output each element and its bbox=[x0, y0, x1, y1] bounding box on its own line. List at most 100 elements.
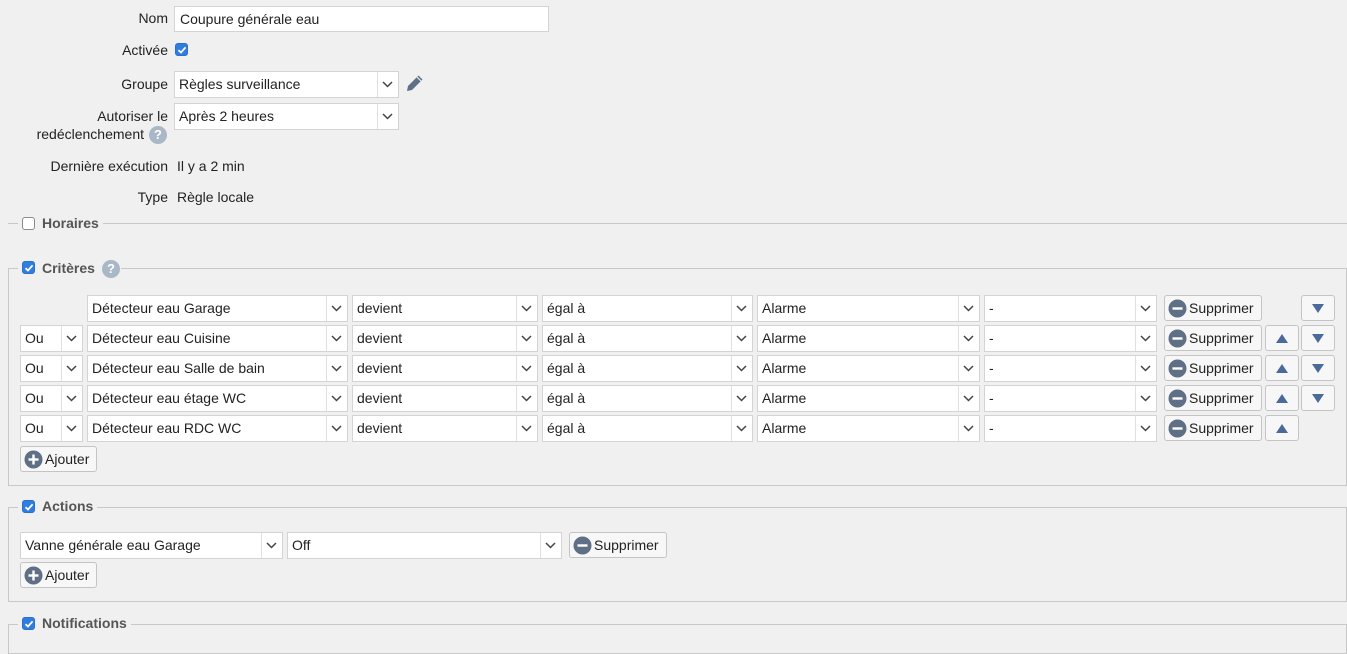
supprimer-action-button[interactable]: Supprimer bbox=[569, 532, 667, 558]
value-select[interactable]: Alarme bbox=[757, 295, 980, 322]
operator-select[interactable]: Ou bbox=[20, 415, 83, 442]
chevron-down-icon bbox=[1135, 326, 1156, 351]
value-select-value: Alarme bbox=[762, 330, 807, 346]
verb-select[interactable]: devient bbox=[352, 385, 538, 412]
chevron-down-icon bbox=[61, 356, 82, 381]
redeclenchement-select[interactable]: Après 2 heures bbox=[174, 103, 399, 130]
operator-select[interactable]: Ou bbox=[20, 325, 83, 352]
action-state-select[interactable]: Off bbox=[287, 532, 562, 559]
move-down-button[interactable] bbox=[1301, 355, 1335, 381]
chevron-down-icon bbox=[61, 326, 82, 351]
verb-select[interactable]: devient bbox=[352, 355, 538, 382]
chevron-down-icon bbox=[1135, 356, 1156, 381]
extra-select-value: - bbox=[989, 300, 994, 316]
move-up-button[interactable] bbox=[1265, 325, 1299, 351]
verb-select[interactable]: devient bbox=[352, 415, 538, 442]
supprimer-critere-button[interactable]: Supprimer bbox=[1164, 295, 1262, 321]
device-select[interactable]: Détecteur eau RDC WC bbox=[87, 415, 348, 442]
supprimer-critere-button[interactable]: Supprimer bbox=[1164, 415, 1262, 441]
value-select-value: Alarme bbox=[762, 390, 807, 406]
device-select[interactable]: Détecteur eau étage WC bbox=[87, 385, 348, 412]
value-select[interactable]: Alarme bbox=[757, 415, 980, 442]
minus-circle-icon bbox=[573, 536, 592, 555]
extra-select[interactable]: - bbox=[984, 355, 1157, 382]
move-down-button[interactable] bbox=[1301, 295, 1335, 321]
supprimer-critere-button[interactable]: Supprimer bbox=[1164, 325, 1262, 351]
verb-select[interactable]: devient bbox=[352, 295, 538, 322]
extra-select-value: - bbox=[989, 360, 994, 376]
operator-select-value: Ou bbox=[25, 360, 44, 376]
comparator-select[interactable]: égal à bbox=[542, 355, 753, 382]
plus-circle-icon bbox=[24, 566, 43, 585]
chevron-down-icon bbox=[326, 386, 347, 411]
move-up-button[interactable] bbox=[1265, 415, 1299, 441]
activee-checkbox[interactable] bbox=[175, 43, 188, 56]
device-select[interactable]: Détecteur eau Cuisine bbox=[87, 325, 348, 352]
activee-label: Activée bbox=[122, 42, 168, 58]
extra-select[interactable]: - bbox=[984, 295, 1157, 322]
device-select-value: Détecteur eau étage WC bbox=[92, 390, 247, 406]
comparator-select[interactable]: égal à bbox=[542, 385, 753, 412]
extra-select[interactable]: - bbox=[984, 415, 1157, 442]
chevron-down-icon bbox=[377, 104, 398, 129]
chevron-down-icon bbox=[61, 416, 82, 441]
redeclenchement-select-value: Après 2 heures bbox=[179, 108, 274, 124]
notifications-checkbox[interactable] bbox=[22, 617, 35, 630]
device-select[interactable]: Détecteur eau Salle de bain bbox=[87, 355, 348, 382]
minus-circle-icon bbox=[1168, 359, 1187, 378]
supprimer-critere-button[interactable]: Supprimer bbox=[1164, 385, 1262, 411]
ajouter-action-button[interactable]: Ajouter bbox=[20, 562, 97, 588]
value-select[interactable]: Alarme bbox=[757, 325, 980, 352]
minus-circle-icon bbox=[1168, 389, 1187, 408]
derniere-execution-value: Il y a 2 min bbox=[177, 158, 245, 174]
operator-select[interactable]: Ou bbox=[20, 355, 83, 382]
supprimer-label: Supprimer bbox=[1189, 360, 1254, 376]
criteres-checkbox[interactable] bbox=[22, 261, 35, 274]
verb-select[interactable]: devient bbox=[352, 325, 538, 352]
arrow-up-icon bbox=[1276, 364, 1288, 373]
horaires-checkbox[interactable] bbox=[22, 217, 35, 230]
supprimer-critere-button[interactable]: Supprimer bbox=[1164, 355, 1262, 381]
help-icon[interactable]: ? bbox=[102, 260, 120, 278]
nom-input[interactable] bbox=[174, 6, 549, 32]
chevron-down-icon bbox=[516, 386, 537, 411]
comparator-select[interactable]: égal à bbox=[542, 325, 753, 352]
device-select[interactable]: Détecteur eau Garage bbox=[87, 295, 348, 322]
move-up-button[interactable] bbox=[1265, 355, 1299, 381]
verb-select-value: devient bbox=[357, 300, 403, 316]
chevron-down-icon bbox=[731, 326, 752, 351]
chevron-down-icon bbox=[516, 416, 537, 441]
action-device-select[interactable]: Vanne générale eau Garage bbox=[20, 532, 283, 559]
actions-title: Actions bbox=[42, 498, 94, 514]
chevron-down-icon bbox=[261, 533, 282, 558]
move-up-button[interactable] bbox=[1265, 385, 1299, 411]
value-select[interactable]: Alarme bbox=[757, 385, 980, 412]
chevron-down-icon bbox=[958, 356, 979, 381]
help-icon[interactable]: ? bbox=[149, 126, 167, 144]
device-select-value: Détecteur eau Salle de bain bbox=[92, 360, 265, 376]
comparator-select[interactable]: égal à bbox=[542, 295, 753, 322]
chevron-down-icon bbox=[326, 326, 347, 351]
operator-select[interactable]: Ou bbox=[20, 385, 83, 412]
move-down-button[interactable] bbox=[1301, 325, 1335, 351]
move-down-button[interactable] bbox=[1301, 385, 1335, 411]
redeclenchement-label-1: Autoriser le bbox=[97, 108, 168, 124]
chevron-down-icon bbox=[516, 356, 537, 381]
extra-select[interactable]: - bbox=[984, 325, 1157, 352]
chevron-down-icon bbox=[377, 72, 398, 97]
operator-select-value: Ou bbox=[25, 330, 44, 346]
horaires-divider bbox=[8, 223, 1347, 224]
arrow-down-icon bbox=[1312, 364, 1324, 373]
arrow-down-icon bbox=[1312, 334, 1324, 343]
actions-checkbox[interactable] bbox=[22, 500, 35, 513]
derniere-execution-label: Dernière exécution bbox=[50, 158, 168, 174]
chevron-down-icon bbox=[731, 356, 752, 381]
type-label: Type bbox=[137, 189, 168, 205]
ajouter-critere-button[interactable]: Ajouter bbox=[20, 446, 97, 472]
value-select[interactable]: Alarme bbox=[757, 355, 980, 382]
comparator-select[interactable]: égal à bbox=[542, 415, 753, 442]
groupe-select[interactable]: Règles surveillance bbox=[174, 71, 399, 98]
pencil-icon[interactable] bbox=[404, 72, 426, 94]
plus-circle-icon bbox=[24, 450, 43, 469]
extra-select[interactable]: - bbox=[984, 385, 1157, 412]
